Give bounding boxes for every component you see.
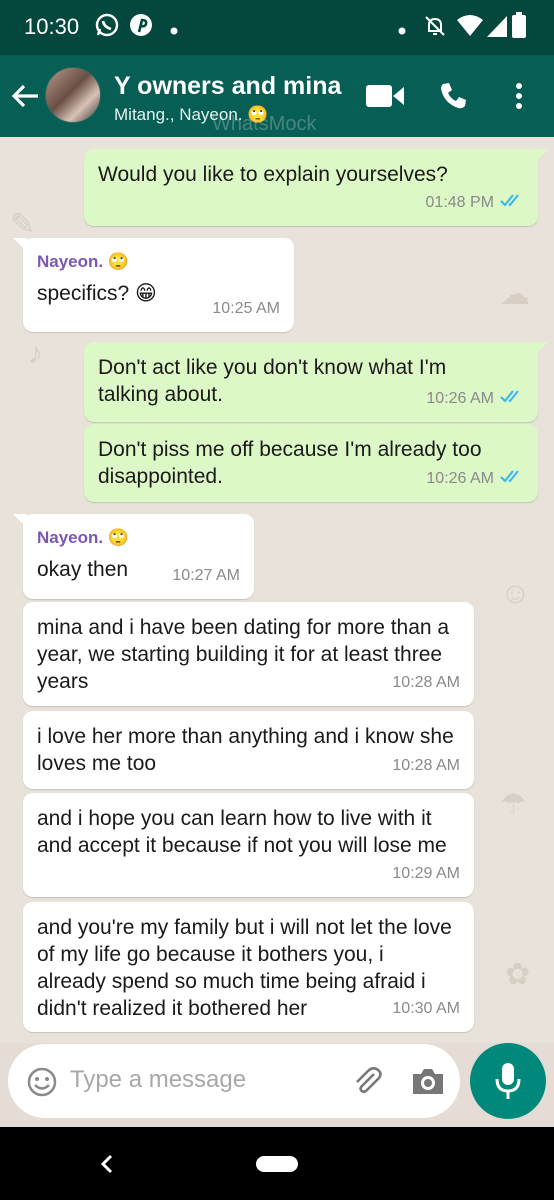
wallpaper-doodle-icon: ✿ bbox=[505, 958, 531, 991]
chat-wallpaper[interactable]: ✎ ☁ ♪ ☺ ☂ ✿ Would you like to explain yo… bbox=[0, 137, 554, 1043]
signal-icon bbox=[486, 14, 508, 43]
message-meta: 10:28 AM bbox=[392, 669, 460, 696]
nav-back-icon[interactable] bbox=[100, 1154, 114, 1179]
message-time: 10:28 AM bbox=[392, 674, 460, 691]
message-bubble-incoming[interactable]: i love her more than anything and i know… bbox=[23, 711, 474, 789]
message-time: 10:25 AM bbox=[212, 300, 280, 317]
bubble-tail bbox=[534, 342, 548, 356]
double-check-read-icon bbox=[500, 465, 524, 492]
message-bubble-incoming[interactable]: mina and i have been dating for more tha… bbox=[23, 602, 474, 706]
wallpaper-doodle-icon: ✎ bbox=[10, 208, 36, 241]
mic-button[interactable] bbox=[470, 1043, 546, 1119]
message-meta: 10:25 AM bbox=[212, 295, 280, 322]
bubble-tail bbox=[13, 238, 27, 252]
double-check-read-icon bbox=[500, 385, 524, 412]
message-time: 10:27 AM bbox=[172, 567, 240, 584]
message-bubble-outgoing[interactable]: Don't act like you don't know what I'm t… bbox=[84, 342, 548, 422]
message-bubble-incoming[interactable]: Nayeon. 🙄 okay then 10:27 AM bbox=[13, 514, 254, 599]
watermark: WhatsMock bbox=[212, 113, 317, 135]
message-text: Would you like to explain yourselves? bbox=[98, 163, 448, 186]
wallpaper-doodle-icon: ♪ bbox=[28, 337, 43, 370]
bubble-tail bbox=[13, 514, 27, 528]
message-time: 10:28 AM bbox=[392, 757, 460, 774]
wallpaper-doodle-icon: ☂ bbox=[500, 788, 527, 821]
pinterest-icon bbox=[128, 12, 154, 43]
message-time: 10:26 AM bbox=[426, 470, 494, 487]
message-meta: 10:27 AM bbox=[172, 562, 240, 589]
bubble-tail bbox=[534, 149, 548, 163]
message-bubble-outgoing[interactable]: Would you like to explain yourselves? 01… bbox=[84, 149, 548, 226]
message-time: 10:30 AM bbox=[392, 1000, 460, 1017]
status-bar: 10:30 bbox=[0, 0, 554, 55]
message-meta: 10:30 AM bbox=[392, 995, 460, 1022]
message-input[interactable]: Type a message bbox=[70, 1066, 246, 1094]
battery-icon bbox=[512, 12, 526, 43]
message-meta: 10:28 AM bbox=[392, 752, 460, 779]
message-meta: 01:48 PM bbox=[426, 189, 524, 216]
mic-icon bbox=[495, 1061, 521, 1106]
double-check-read-icon bbox=[500, 189, 524, 216]
message-time: 10:26 AM bbox=[426, 390, 494, 407]
message-bubble-incoming[interactable]: and you're my family but i will not let … bbox=[23, 902, 474, 1032]
more-vert-icon[interactable] bbox=[514, 82, 524, 115]
message-text: and i hope you can learn how to live wit… bbox=[37, 807, 447, 857]
message-bubble-outgoing[interactable]: Don't piss me off because I'm already to… bbox=[84, 424, 538, 502]
message-composer[interactable]: Type a message bbox=[8, 1044, 460, 1118]
status-time: 10:30 bbox=[24, 14, 80, 39]
message-sender: Nayeon. 🙄 bbox=[37, 252, 130, 271]
attach-icon[interactable] bbox=[350, 1064, 384, 1103]
camera-icon[interactable] bbox=[411, 1066, 445, 1101]
video-call-icon[interactable] bbox=[366, 84, 404, 113]
chat-header[interactable]: Y owners and mina Mitang., Nayeon. 🙄 Wha… bbox=[0, 55, 554, 137]
chat-title[interactable]: Y owners and mina bbox=[114, 72, 341, 101]
wallpaper-doodle-icon: ☺ bbox=[500, 577, 531, 610]
message-meta: 10:26 AM bbox=[426, 465, 524, 492]
message-bubble-incoming[interactable]: and i hope you can learn how to live wit… bbox=[23, 793, 474, 897]
back-arrow-icon[interactable] bbox=[10, 82, 40, 115]
avatar[interactable] bbox=[45, 67, 101, 123]
nav-home-pill[interactable] bbox=[256, 1156, 298, 1172]
wifi-icon bbox=[456, 14, 484, 43]
message-meta: 10:29 AM bbox=[392, 860, 460, 887]
dot-icon bbox=[398, 22, 406, 40]
wallpaper-doodle-icon: ☁ bbox=[500, 278, 530, 311]
whatsapp-icon bbox=[94, 12, 120, 43]
emoji-icon[interactable] bbox=[26, 1066, 58, 1103]
phone-icon[interactable] bbox=[438, 81, 468, 116]
message-meta: 10:26 AM bbox=[426, 385, 524, 412]
message-sender: Nayeon. 🙄 bbox=[37, 528, 130, 547]
message-bubble-incoming[interactable]: Nayeon. 🙄 specifics? 😁 10:25 AM bbox=[13, 238, 294, 332]
notifications-off-icon bbox=[423, 14, 447, 43]
message-time: 01:48 PM bbox=[425, 194, 494, 211]
message-time: 10:29 AM bbox=[392, 865, 460, 882]
system-navigation-bar bbox=[0, 1127, 554, 1200]
dot-icon bbox=[170, 22, 178, 40]
